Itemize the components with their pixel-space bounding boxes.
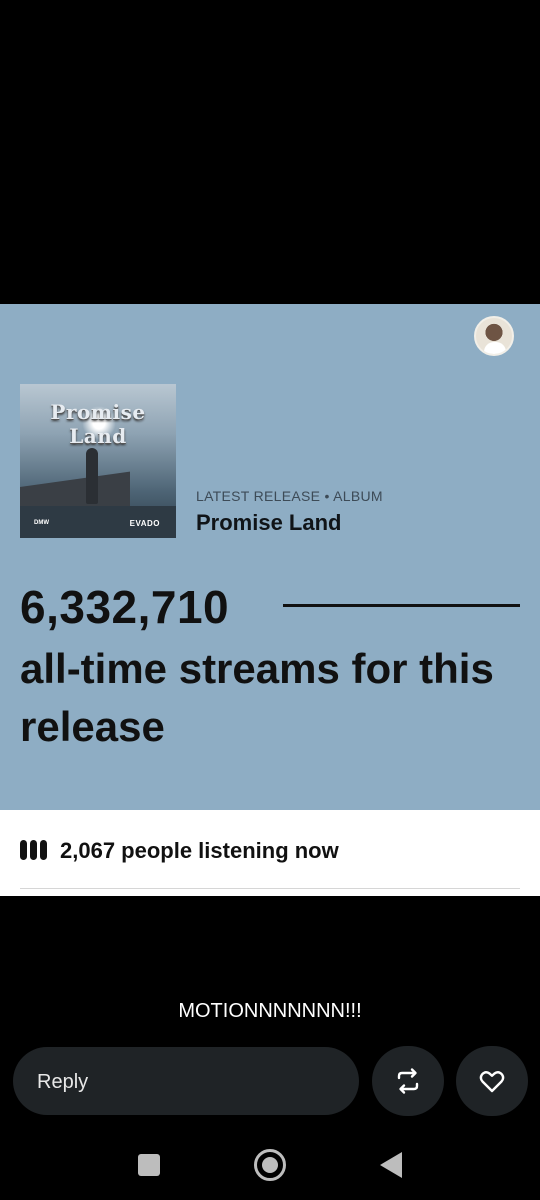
equalizer-bars-icon [20, 840, 50, 860]
divider [20, 888, 520, 889]
system-nav-bar [0, 1130, 540, 1200]
release-title: Promise Land [196, 510, 342, 535]
recent-apps-button[interactable] [138, 1154, 160, 1176]
cover-label-right: EVADO [129, 519, 160, 528]
heart-icon [479, 1071, 505, 1093]
reply-field[interactable]: Reply [13, 1047, 359, 1115]
repost-button[interactable] [372, 1046, 444, 1116]
streams-description: all-time streams for this release [20, 645, 494, 750]
cover-label-left: DMW [34, 520, 49, 526]
listening-count: 2,067 people listening now [60, 838, 339, 863]
post-caption: MOTIONNNNNNN!!! [178, 1000, 362, 1022]
listening-now-bar: 2,067 people listening now [0, 810, 540, 896]
back-button[interactable] [380, 1152, 402, 1178]
release-meta: LATEST RELEASE • ALBUM [196, 488, 383, 504]
reply-placeholder: Reply [37, 1071, 89, 1093]
like-button[interactable] [456, 1046, 528, 1116]
artist-avatar[interactable] [474, 316, 514, 356]
repost-icon [397, 1068, 419, 1094]
home-button[interactable] [254, 1149, 286, 1181]
streams-rule [283, 604, 520, 607]
cover-title: Promise Land [50, 400, 146, 448]
release-stats-card: Promise Land DMW EVADO LATEST RELEASE • … [0, 304, 540, 810]
cover-figure [86, 448, 98, 504]
album-cover[interactable]: Promise Land DMW EVADO [20, 384, 176, 538]
streams-count: 6,332,710 [20, 581, 230, 633]
